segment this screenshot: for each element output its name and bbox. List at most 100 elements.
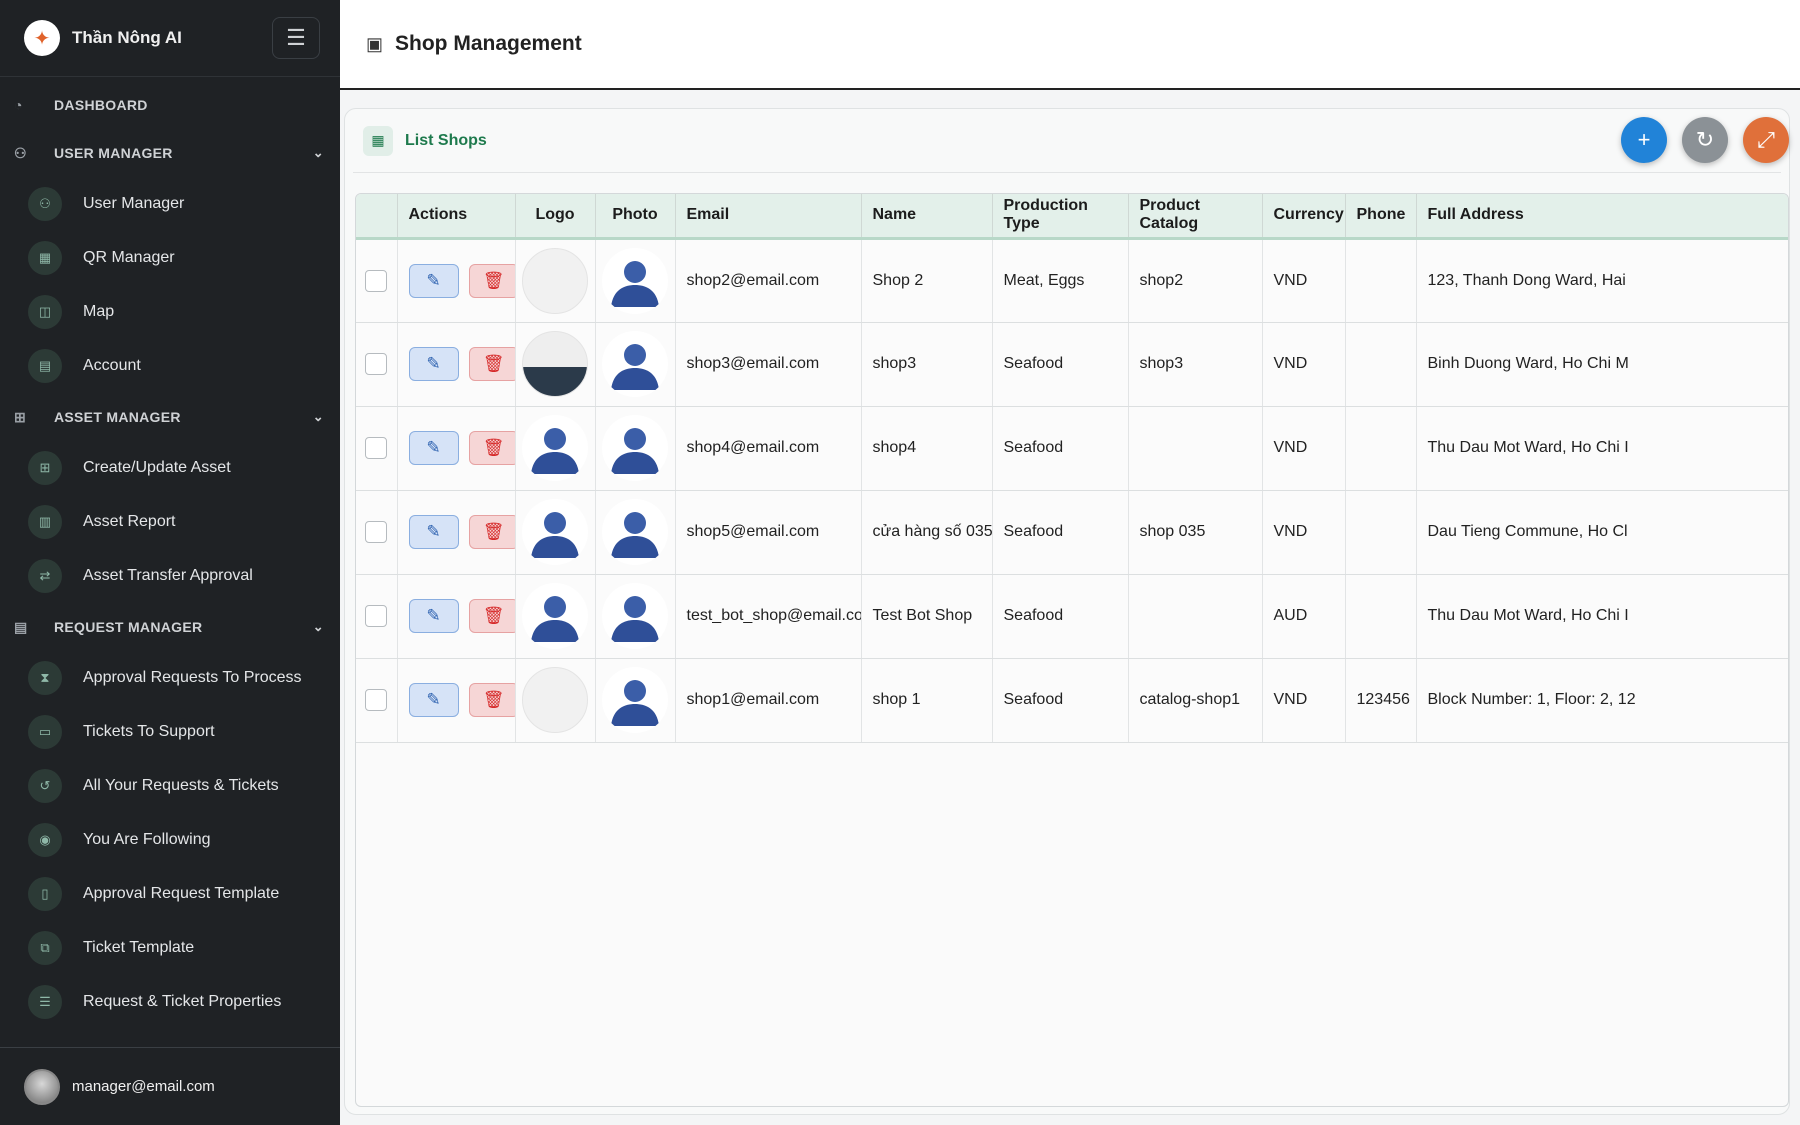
delete-button[interactable]: 🗑 [468, 347, 514, 381]
delete-button[interactable]: 🗑 [468, 683, 514, 717]
menu-toggle-button[interactable]: ☰ [272, 17, 320, 59]
sidebar-item-approval-request-template[interactable]: ▯ Approval Request Template [0, 867, 340, 921]
delete-button[interactable]: 🗑 [468, 515, 514, 549]
cell-address: Dau Tieng Commune, Ho Cl [1416, 490, 1788, 575]
cell-name: Test Bot Shop [861, 574, 993, 659]
cell-phone [1345, 574, 1417, 659]
shop-logo[interactable] [522, 499, 588, 565]
delete-button[interactable]: 🗑 [468, 431, 514, 465]
eye-icon: ◉ [28, 823, 62, 857]
sidebar-item-approval-requests[interactable]: ⧗ Approval Requests To Process [0, 651, 340, 705]
shop-photo[interactable] [602, 583, 668, 649]
plus-icon: + [1637, 127, 1651, 152]
sidebar-item-user-manager[interactable]: ⚇ User Manager [0, 177, 340, 231]
shop-photo[interactable] [602, 499, 668, 565]
column-header-name[interactable]: Name [861, 194, 993, 240]
shop-logo[interactable] [522, 331, 588, 397]
sidebar-item-map[interactable]: ◫ Map [0, 285, 340, 339]
column-header-product-catalog[interactable]: Product Catalog [1128, 194, 1263, 240]
hamburger-icon: ☰ [286, 25, 306, 50]
column-header-full-address[interactable]: Full Address [1416, 194, 1788, 240]
row-checkbox[interactable] [365, 269, 388, 292]
edit-button[interactable]: ✎ [408, 599, 459, 633]
column-header-email[interactable]: Email [675, 194, 862, 240]
cell-email: test_bot_shop@email.com [675, 574, 862, 659]
sidebar-item-all-requests-tickets[interactable]: ↺ All Your Requests & Tickets [0, 759, 340, 813]
shops-table-container[interactable]: Actions Logo Photo Email Name Production… [355, 193, 1789, 1107]
shop-photo[interactable] [602, 247, 668, 314]
user-profile[interactable]: manager@email.com [0, 1047, 340, 1125]
table-row[interactable]: ✎ 🗑 shop2@email.com Shop 2 Meat, Eggs sho… [356, 238, 1788, 323]
edit-button[interactable]: ✎ [408, 347, 459, 381]
table-row[interactable]: ✎ 🗑 shop3@email.com shop3 Seafood shop3 V… [356, 322, 1788, 407]
column-header-production-type[interactable]: Production Type [992, 194, 1129, 240]
add-shop-button[interactable]: + [1621, 117, 1667, 163]
sidebar-item-create-update-asset[interactable]: ⊞ Create/Update Asset [0, 441, 340, 495]
chevron-down-icon: ⌄ [312, 145, 324, 160]
delete-button[interactable]: 🗑 [468, 599, 514, 633]
sidebar-group-asset-manager[interactable]: ⊞ ASSET MANAGER ⌄ [0, 393, 340, 441]
person-placeholder-icon [531, 596, 579, 642]
row-checkbox[interactable] [365, 605, 388, 627]
history-icon: ↺ [28, 769, 62, 803]
person-placeholder-icon [611, 260, 659, 307]
cell-catalog: shop3 [1128, 322, 1263, 407]
sidebar-item-ticket-template[interactable]: ⧉ Ticket Template [0, 921, 340, 975]
cell-catalog: shop2 [1128, 238, 1263, 323]
table-row[interactable]: ✎ 🗑 shop1@email.com shop 1 Seafood catalo… [356, 658, 1788, 743]
sidebar-item-asset-transfer-approval[interactable]: ⇄ Asset Transfer Approval [0, 549, 340, 603]
person-placeholder-icon [611, 344, 659, 390]
cell-name: cửa hàng số 035 [861, 490, 993, 575]
row-checkbox[interactable] [365, 437, 388, 459]
user-email: manager@email.com [72, 1078, 215, 1095]
refresh-icon: ↻ [1695, 127, 1715, 152]
sidebar-item-label: Approval Requests To Process [83, 669, 302, 686]
shop-photo[interactable] [602, 415, 668, 481]
sidebar-group-request-manager[interactable]: ▤ REQUEST MANAGER ⌄ [0, 603, 340, 651]
brand-name: Thần Nông AI [72, 28, 182, 47]
sidebar-group-user-manager[interactable]: ⚇ USER MANAGER ⌄ [0, 129, 340, 177]
expand-button[interactable]: ⤢ [1743, 117, 1789, 163]
shop-photo[interactable] [602, 331, 668, 397]
person-placeholder-icon [611, 680, 659, 726]
cell-address: 123, Thanh Dong Ward, Hai [1416, 238, 1788, 323]
shop-logo[interactable] [522, 667, 588, 733]
table-row[interactable]: ✎ 🗑 test_bot_shop@email.com Test Bot Shop… [356, 574, 1788, 659]
shop-logo[interactable] [522, 247, 588, 314]
edit-button[interactable]: ✎ [408, 515, 459, 549]
edit-icon: ✎ [426, 606, 441, 625]
qr-code-icon: ▦ [28, 241, 62, 275]
edit-button[interactable]: ✎ [408, 263, 459, 298]
cell-currency: AUD [1262, 574, 1346, 659]
shop-logo[interactable] [522, 415, 588, 481]
person-placeholder-icon [531, 512, 579, 558]
shop-logo[interactable] [522, 583, 588, 649]
row-checkbox[interactable] [365, 521, 388, 543]
edit-button[interactable]: ✎ [408, 683, 459, 717]
sidebar-item-tickets-to-support[interactable]: ▭ Tickets To Support [0, 705, 340, 759]
sidebar-item-account[interactable]: ▤ Account [0, 339, 340, 393]
delete-button[interactable]: 🗑 [468, 263, 514, 298]
sidebar-item-you-are-following[interactable]: ◉ You Are Following [0, 813, 340, 867]
sidebar-item-label: Map [83, 303, 115, 320]
cell-production-type: Meat, Eggs [992, 238, 1129, 323]
table-row[interactable]: ✎ 🗑 shop5@email.com cửa hàng số 035 Seafo… [356, 490, 1788, 575]
cell-currency: VND [1262, 658, 1346, 743]
column-header-phone[interactable]: Phone [1345, 194, 1417, 240]
sidebar-item-label: Request & Ticket Properties [83, 993, 282, 1010]
refresh-button[interactable]: ↻ [1682, 117, 1728, 163]
row-checkbox[interactable] [365, 353, 388, 375]
edit-button[interactable]: ✎ [408, 431, 459, 465]
cell-email: shop4@email.com [675, 406, 862, 491]
sidebar-group-label: ASSET MANAGER [54, 409, 181, 425]
table-row[interactable]: ✎ 🗑 shop4@email.com shop4 Seafood VND Thu… [356, 406, 1788, 491]
expand-icon: ⤢ [1757, 127, 1775, 152]
shop-photo[interactable] [602, 667, 668, 733]
sidebar-item-label: All Your Requests & Tickets [83, 777, 279, 794]
sidebar-item-request-ticket-properties[interactable]: ☰ Request & Ticket Properties [0, 975, 340, 1029]
column-header-currency[interactable]: Currency [1262, 194, 1346, 240]
sidebar-group-dashboard[interactable]: ◔ DASHBOARD [0, 81, 340, 129]
row-checkbox[interactable] [365, 689, 388, 711]
sidebar-item-asset-report[interactable]: ▥ Asset Report [0, 495, 340, 549]
sidebar-item-qr-manager[interactable]: ▦ QR Manager [0, 231, 340, 285]
